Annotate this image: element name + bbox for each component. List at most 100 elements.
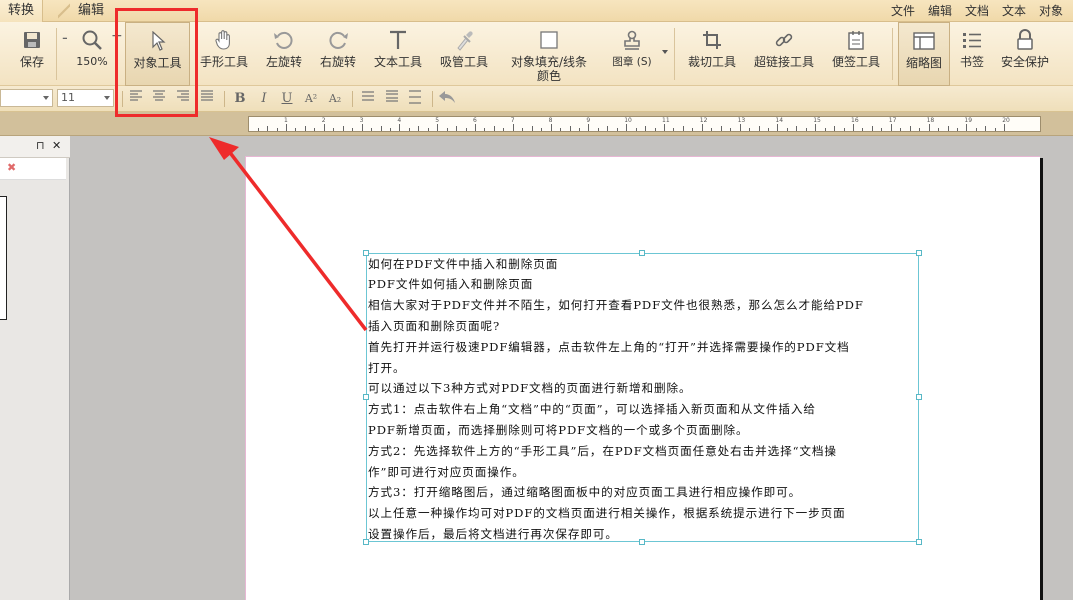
undo-arrow-icon xyxy=(439,91,455,103)
resize-handle[interactable] xyxy=(916,394,922,400)
doc-text-line: 作”即可进行对应页面操作。 xyxy=(368,465,525,479)
resize-handle[interactable] xyxy=(639,250,645,256)
subscript-button[interactable]: A₂ xyxy=(326,90,344,108)
ruler-tick xyxy=(503,128,505,131)
ruler-tick xyxy=(361,124,363,131)
horizontal-ruler: 1 2 3 4 5 6 7 8 9 10 11 12 13 14 15 16 17 18 19 20 xyxy=(248,116,1041,132)
rotate-right-button[interactable]: 右旋转 xyxy=(316,22,360,86)
delete-page-icon[interactable]: ✖ xyxy=(7,161,16,174)
panel-toolbar-row: ✖ xyxy=(0,158,66,180)
ruler-tick xyxy=(541,128,543,131)
ruler-number: 12 xyxy=(699,117,708,124)
stamp-dropdown-arrow[interactable] xyxy=(662,50,668,54)
resize-handle[interactable] xyxy=(916,250,922,256)
italic-button[interactable]: I xyxy=(255,90,273,108)
ruler-tick xyxy=(645,126,647,131)
ruler-tick xyxy=(446,128,448,131)
security-button[interactable]: 安全保护 xyxy=(1000,22,1050,86)
ruler-tick xyxy=(673,128,675,131)
ruler-tick xyxy=(994,128,996,131)
zoom-out-button[interactable]: - xyxy=(62,28,68,47)
crop-tool-button[interactable]: 裁切工具 xyxy=(686,22,738,86)
bold-button[interactable]: B xyxy=(231,90,249,108)
eyedropper-tool-button[interactable]: 吸管工具 xyxy=(438,22,490,86)
note-tool-button[interactable]: 便签工具 xyxy=(830,22,882,86)
format-divider xyxy=(432,91,433,107)
menu-object[interactable]: 对象 xyxy=(1039,2,1063,19)
justify-button[interactable] xyxy=(198,90,216,108)
font-size-combo[interactable]: 11 xyxy=(57,89,114,107)
hyperlink-tool-button[interactable]: 超链接工具 xyxy=(752,22,816,86)
rotate-left-label: 左旋转 xyxy=(265,55,302,69)
ruler-tick xyxy=(758,126,760,131)
save-button[interactable]: 保存 xyxy=(12,22,52,86)
zoom-control[interactable]: 150% xyxy=(76,22,108,86)
pin-icon[interactable]: ⊓ xyxy=(36,139,45,152)
menu-document[interactable]: 文档 xyxy=(965,2,989,19)
menu-file[interactable]: 文件 xyxy=(891,2,915,19)
doc-text-line: PDF文件如何插入和删除页面 xyxy=(368,277,534,291)
fill-line-color-button[interactable]: 对象填充/线条颜色 xyxy=(503,22,595,86)
crop-icon xyxy=(686,28,738,52)
ruler-number: 15 xyxy=(813,117,821,124)
page-thumbnail[interactable] xyxy=(0,196,7,320)
ruler-number: 2 xyxy=(321,117,326,124)
superscript-button[interactable]: A² xyxy=(302,90,320,108)
ruler-tick xyxy=(456,126,458,131)
doc-text-line: 如何在PDF文件中插入和删除页面 xyxy=(368,257,559,271)
close-panel-icon[interactable]: ✕ xyxy=(52,139,61,152)
doc-text-line: 方式2：先选择软件上方的“手形工具”后，在PDF文档页面任意处右击并选择“文档操 xyxy=(368,444,837,458)
resize-handle[interactable] xyxy=(639,539,645,545)
resize-handle[interactable] xyxy=(363,250,369,256)
stamp-tool-label: 图章 (S) xyxy=(612,56,652,68)
doc-text-line: 以上任意一种操作均可对PDF的文档页面进行相关操作，根据系统提示进行下一步页面 xyxy=(368,506,846,520)
line-spacing-button[interactable] xyxy=(359,90,377,108)
ruler-tick xyxy=(711,128,713,131)
ruler-tick xyxy=(304,126,306,131)
paragraph-spacing-button[interactable] xyxy=(383,90,401,108)
ruler-number: 8 xyxy=(548,117,553,124)
resize-handle[interactable] xyxy=(916,539,922,545)
ruler-tick xyxy=(928,124,930,131)
doc-text-line: 设置操作后，最后将文档进行再次保存即可。 xyxy=(368,527,618,541)
ruler-tick xyxy=(607,126,609,131)
doc-text-line: 插入页面和删除页面呢? xyxy=(368,319,501,333)
ruler-number: 5 xyxy=(435,117,440,124)
ruler-tick xyxy=(437,124,439,131)
ruler-tick xyxy=(323,124,325,131)
bookmark-button[interactable]: 书签 xyxy=(954,22,990,86)
underline-button[interactable]: U xyxy=(278,90,296,108)
ruler-number: 7 xyxy=(510,117,515,124)
menu-text[interactable]: 文本 xyxy=(1002,2,1026,19)
ruler-tick xyxy=(267,126,269,131)
stamp-tool-button[interactable]: 图章 (S) xyxy=(608,22,656,86)
hyperlink-tool-label: 超链接工具 xyxy=(753,55,814,69)
thumbnail-panel: ⊓ ✕ ✖ xyxy=(0,136,70,600)
tab-convert[interactable]: 转换 xyxy=(0,0,44,22)
ruler-tick xyxy=(257,128,259,131)
rotate-left-button[interactable]: 左旋转 xyxy=(262,22,306,86)
ruler-tick xyxy=(767,128,769,131)
hand-tool-button[interactable]: 手形工具 xyxy=(200,22,248,86)
ruler-tick xyxy=(465,128,467,131)
ruler-number: 20 xyxy=(1002,117,1010,124)
text-tool-button[interactable]: 文本工具 xyxy=(372,22,424,86)
ruler-tick xyxy=(286,124,287,131)
thumbnail-button[interactable]: 缩略图 xyxy=(898,22,950,86)
chevron-down-icon xyxy=(104,96,110,100)
ruler-tick xyxy=(654,128,656,131)
ruler-tick xyxy=(815,124,817,131)
justify-icon xyxy=(201,90,213,101)
font-family-combo[interactable] xyxy=(0,89,53,107)
doc-text-line: 方式1：点击软件右上角“文档”中的“页面”，可以选择插入新页面和从文件插入给 xyxy=(368,402,816,416)
menu-edit[interactable]: 编辑 xyxy=(928,2,952,19)
ruler-tick xyxy=(522,128,524,131)
ruler-tick xyxy=(805,128,807,131)
note-icon xyxy=(830,28,882,52)
doc-text-line: 相信大家对于PDF文件并不陌生，如何打开查看PDF文件也很熟悉，那么怎么才能给P… xyxy=(368,298,864,312)
undo-button[interactable] xyxy=(438,90,456,108)
tab-divider xyxy=(58,0,70,22)
indent-button[interactable] xyxy=(406,90,424,108)
tab-edit[interactable]: 编辑 xyxy=(70,0,112,22)
ruler-tick xyxy=(314,128,316,131)
